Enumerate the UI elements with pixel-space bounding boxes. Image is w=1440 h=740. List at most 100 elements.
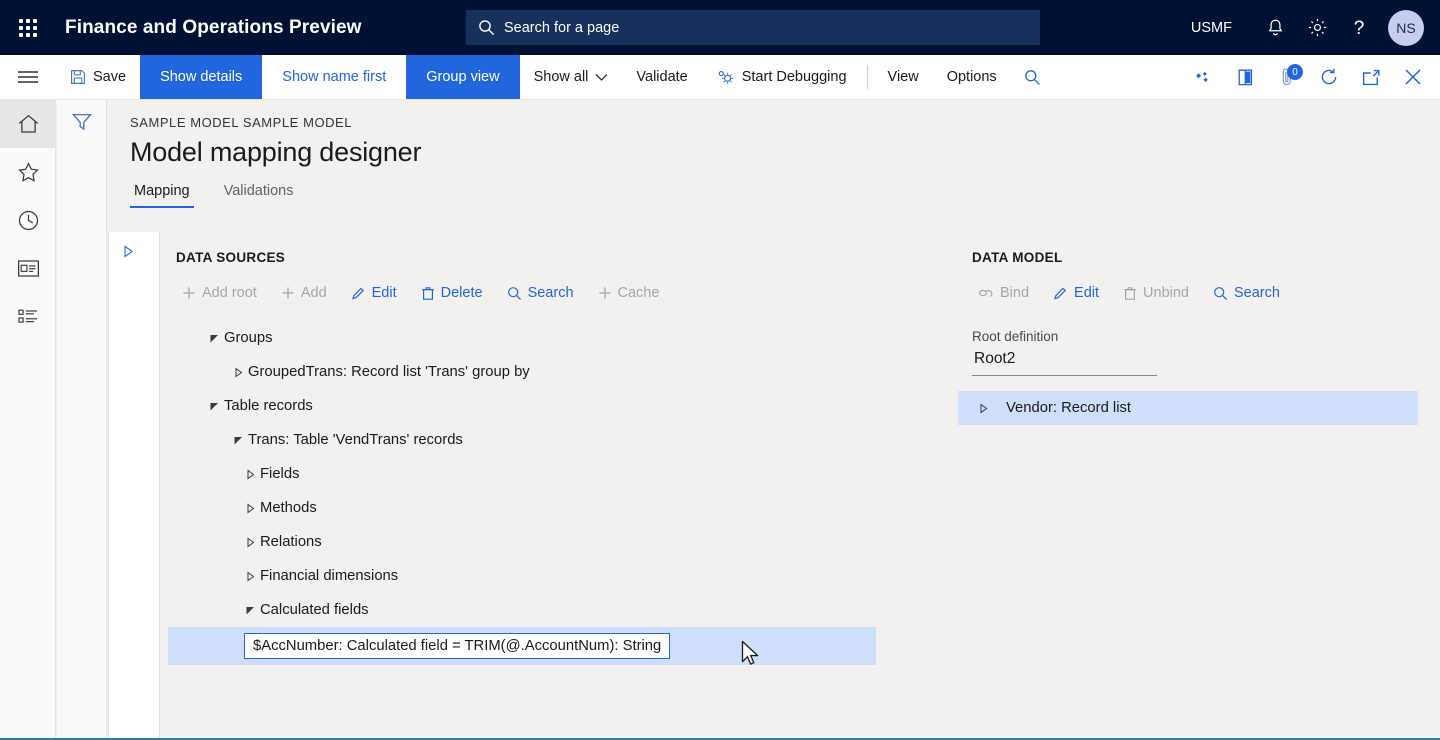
bell-icon <box>1266 18 1285 38</box>
sidebar-item-favorites[interactable] <box>0 148 56 196</box>
view-menu-button[interactable]: View <box>874 55 933 99</box>
expanded-triangle-icon[interactable] <box>204 333 224 344</box>
start-debugging-label: Start Debugging <box>742 70 847 85</box>
tree-node-financial-dimensions[interactable]: Financial dimensions <box>176 559 950 593</box>
page-search-input[interactable]: Search for a page <box>466 10 1040 45</box>
diamonds-icon <box>1194 70 1213 85</box>
search-datasource-button[interactable]: Search <box>495 281 586 305</box>
tree-node-label: GroupedTrans: Record list 'Trans' group … <box>248 364 530 380</box>
plus-icon <box>598 286 612 300</box>
tree-node-groups[interactable]: Groups <box>176 321 950 355</box>
options-menu-button[interactable]: Options <box>933 55 1011 99</box>
star-icon <box>17 161 40 183</box>
view-label: View <box>888 70 919 85</box>
collapsed-triangle-icon[interactable] <box>240 469 260 480</box>
expanded-triangle-icon[interactable] <box>228 435 248 446</box>
tree-node-label: Fields <box>260 466 299 482</box>
show-all-dropdown[interactable]: Show all <box>520 55 623 99</box>
show-details-label: Show details <box>160 70 242 85</box>
plus-icon <box>281 286 295 300</box>
workspace-icon <box>17 259 40 278</box>
notifications-button[interactable] <box>1254 0 1296 55</box>
cache-button[interactable]: Cache <box>586 281 672 305</box>
collapsed-triangle-icon[interactable] <box>240 571 260 582</box>
data-model-tree-row-vendor[interactable]: Vendor: Record list <box>958 391 1418 425</box>
delete-datasource-button[interactable]: Delete <box>409 281 495 305</box>
data-model-toolbar: Bind Edit Unbind Search <box>966 281 1418 305</box>
data-model-heading: DATA MODEL <box>972 250 1418 265</box>
tree-node-fields[interactable]: Fields <box>176 457 950 491</box>
data-sources-toolbar: Add root Add Edit Delete Search <box>170 281 950 305</box>
attachments-button[interactable]: 0 <box>1266 55 1308 99</box>
popout-icon <box>1361 69 1381 86</box>
sidebar-item-workspaces[interactable] <box>0 244 56 292</box>
search-label: Search <box>1234 285 1280 301</box>
tree-node-relations[interactable]: Relations <box>176 525 950 559</box>
unbind-button[interactable]: Unbind <box>1111 281 1201 305</box>
show-details-button[interactable]: Show details <box>140 55 262 99</box>
command-separator <box>867 65 868 89</box>
save-label: Save <box>93 70 126 85</box>
filter-button[interactable] <box>57 112 107 132</box>
add-root-button[interactable]: Add root <box>170 281 269 305</box>
command-bar-right-group: 0 <box>1182 55 1440 99</box>
collapsed-triangle-icon[interactable] <box>228 367 248 378</box>
data-sources-expander-strip <box>108 232 160 738</box>
filter-icon <box>71 112 93 132</box>
search-datamodel-button[interactable]: Search <box>1201 281 1292 305</box>
home-icon <box>17 113 40 135</box>
filter-column <box>57 100 107 738</box>
save-button[interactable]: Save <box>56 55 140 99</box>
sidebar-item-modules[interactable] <box>0 292 56 340</box>
link-icon <box>978 286 994 300</box>
add-button[interactable]: Add <box>269 281 339 305</box>
tree-node-groupedtrans[interactable]: GroupedTrans: Record list 'Trans' group … <box>176 355 950 389</box>
sidebar-item-home[interactable] <box>0 100 56 148</box>
open-in-new-window-button[interactable] <box>1350 55 1392 99</box>
show-name-first-label: Show name first <box>282 70 386 85</box>
tree-node-table-records[interactable]: Table records <box>176 389 950 423</box>
expanded-triangle-icon[interactable] <box>240 605 260 616</box>
navigation-menu-button[interactable] <box>0 55 56 99</box>
collapsed-triangle-icon[interactable] <box>972 403 994 414</box>
trash-icon <box>421 286 435 301</box>
tree-node-trans[interactable]: Trans: Table 'VendTrans' records <box>176 423 950 457</box>
expand-panel-chevron-icon[interactable] <box>123 245 159 258</box>
tab-validations[interactable]: Validations <box>220 183 298 208</box>
tree-node-methods[interactable]: Methods <box>176 491 950 525</box>
personalize-button[interactable] <box>1182 55 1224 99</box>
root-definition-input[interactable]: Root2 <box>972 344 1157 376</box>
command-search-button[interactable] <box>1011 55 1055 99</box>
tree-node-selected-calculated-field[interactable]: $AccNumber: Calculated field = TRIM(@.Ac… <box>168 627 876 665</box>
selected-node-label: $AccNumber: Calculated field = TRIM(@.Ac… <box>244 633 670 659</box>
page-search-placeholder: Search for a page <box>504 20 619 36</box>
sidebar-item-recent[interactable] <box>0 196 56 244</box>
search-icon <box>1024 69 1041 86</box>
start-debugging-button[interactable]: Start Debugging <box>702 55 861 99</box>
help-button[interactable]: ? <box>1338 0 1380 55</box>
refresh-button[interactable] <box>1308 55 1350 99</box>
data-model-pane: DATA MODEL Bind Edit Unbind <box>950 232 1440 738</box>
collapsed-triangle-icon[interactable] <box>240 503 260 514</box>
settings-button[interactable] <box>1296 0 1338 55</box>
collapsed-triangle-icon[interactable] <box>240 537 260 548</box>
bind-button[interactable]: Bind <box>966 281 1041 305</box>
validate-button[interactable]: Validate <box>622 55 701 99</box>
open-in-office-button[interactable] <box>1224 55 1266 99</box>
tab-mapping[interactable]: Mapping <box>130 183 194 208</box>
group-view-button[interactable]: Group view <box>406 55 519 99</box>
app-launcher-button[interactable] <box>0 0 56 55</box>
delete-label: Delete <box>441 285 483 301</box>
expanded-triangle-icon[interactable] <box>204 401 224 412</box>
show-name-first-button[interactable]: Show name first <box>262 55 406 99</box>
close-button[interactable] <box>1392 55 1434 99</box>
company-selector[interactable]: USMF <box>1191 20 1232 36</box>
page-tabs: Mapping Validations <box>130 183 1440 208</box>
user-avatar[interactable]: NS <box>1388 10 1424 46</box>
edit-datamodel-button[interactable]: Edit <box>1041 281 1111 305</box>
waffle-grid-icon <box>19 19 37 37</box>
tree-node-calculated-fields[interactable]: Calculated fields <box>176 593 950 627</box>
designer-panes: DATA SOURCES Add root Add Edit Delete <box>108 232 1440 738</box>
tree-node-label: Methods <box>260 500 317 516</box>
edit-datasource-button[interactable]: Edit <box>339 281 409 305</box>
